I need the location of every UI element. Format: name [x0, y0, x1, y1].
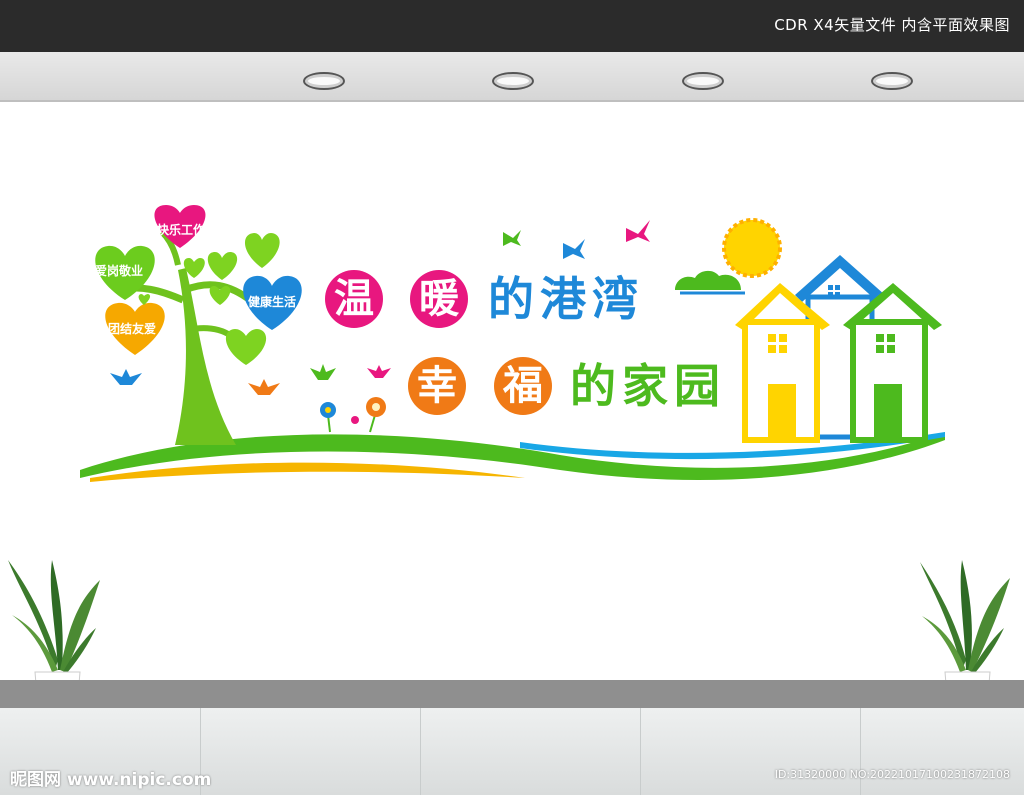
- flower-pink: [351, 416, 359, 424]
- watermark-right: ID:31320000 NO:20221017100231872108: [774, 768, 1010, 781]
- bird-icon: [503, 230, 521, 246]
- watermark-left: 昵图网 www.nipic.com: [10, 770, 212, 790]
- heart-label-happy-work: 快乐工作: [157, 223, 206, 237]
- butterfly-icon: [248, 379, 280, 395]
- cloud-icon: [675, 270, 741, 290]
- flower-stem: [369, 414, 376, 433]
- sun-core: [730, 226, 774, 270]
- heart-small: [225, 329, 267, 365]
- door-icon: [768, 384, 796, 440]
- heart-small: [207, 252, 238, 280]
- floor-tile-line: [640, 708, 641, 795]
- floor-tile-line: [420, 708, 421, 795]
- headline-char-3: 的: [488, 272, 534, 326]
- headline-char-9: 家: [622, 359, 668, 413]
- butterfly-icon: [367, 365, 391, 378]
- headline-char-7: 福: [494, 357, 552, 415]
- floor-tile-line: [860, 708, 861, 795]
- headline-char-2: 暖: [410, 270, 468, 328]
- headline-char-10: 园: [674, 359, 720, 413]
- headline-char-8: 的: [570, 359, 616, 413]
- heart-label-dedication: 爱岗敬业: [95, 264, 144, 278]
- headline-char-1: 温: [325, 270, 383, 328]
- headline-char-6: 幸: [408, 357, 466, 415]
- flower-center: [372, 403, 380, 411]
- headline-char-4: 港: [540, 272, 586, 326]
- headline-char-5: 湾: [592, 272, 638, 326]
- heart-small: [244, 233, 280, 268]
- bird-icon: [563, 239, 585, 259]
- heart-label-unity: 团结友爱: [108, 322, 157, 336]
- door-icon: [874, 384, 902, 440]
- butterfly-icon: [310, 364, 336, 380]
- bird-icon: [626, 220, 650, 242]
- baseboard: [0, 680, 1024, 708]
- yellow-ground-band: [90, 462, 525, 482]
- heart-label-healthy-life: 健康生活: [248, 295, 297, 309]
- flower-center: [325, 407, 331, 413]
- butterfly-icon: [110, 369, 142, 385]
